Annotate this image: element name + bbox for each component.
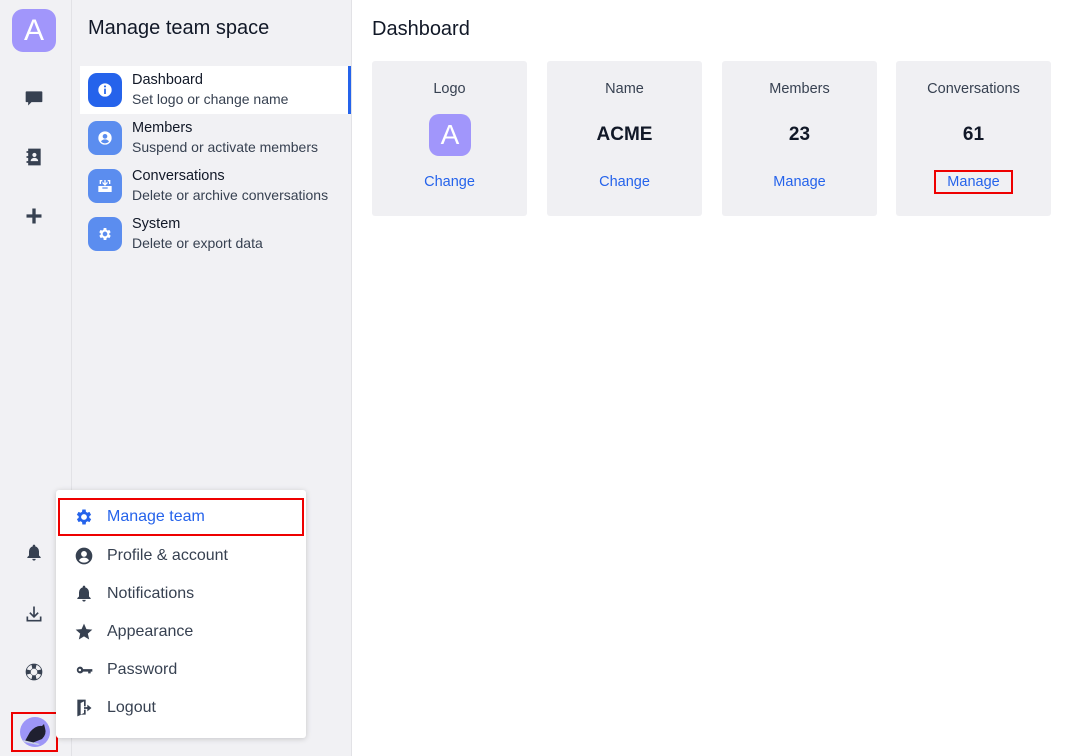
nav-sub: Delete or export data [132,235,263,251]
menu-label: Logout [107,699,156,716]
gear-icon [72,505,96,529]
menu-item-notifications[interactable]: Notifications [58,575,304,613]
contacts-icon[interactable] [22,145,46,169]
card-title: Name [605,81,644,97]
download-icon[interactable] [22,602,46,626]
card-title: Logo [433,81,466,97]
logo-card: Logo A Change [372,61,527,216]
user-avatar-button[interactable] [11,712,58,752]
logout-icon [72,696,96,720]
manage-members-link[interactable]: Manage [722,174,877,190]
gear-icon [88,217,122,251]
nav-item-conversations[interactable]: Conversations Delete or archive conversa… [80,162,351,210]
members-card: Members 23 Manage [722,61,877,216]
main-content: Dashboard Logo A Change Name ACME Change… [352,0,1076,756]
user-icon [88,121,122,155]
lifebuoy-icon[interactable] [22,660,46,684]
nav-sub: Set logo or change name [132,91,289,107]
page-title: Dashboard [372,18,470,40]
bell-icon[interactable] [22,541,46,565]
card-title: Members [769,81,830,97]
name-card: Name ACME Change [547,61,702,216]
user-menu: Manage team Profile & account Notificati… [56,490,306,738]
nav-sub: Delete or archive conversations [132,187,329,203]
nav-label: System [132,216,181,232]
menu-item-appearance[interactable]: Appearance [58,613,304,651]
menu-label: Appearance [107,623,194,640]
menu-label: Manage team [107,508,205,525]
nav-label: Conversations [132,168,225,184]
members-count: 23 [788,124,811,145]
menu-item-profile[interactable]: Profile & account [58,537,304,575]
nav-sub: Suspend or activate members [132,139,318,155]
plus-icon[interactable] [22,204,46,228]
menu-label: Notifications [107,585,195,602]
menu-item-manage-team[interactable]: Manage team [58,498,304,536]
menu-label: Profile & account [107,547,228,564]
manage-conversations-link[interactable]: Manage [896,170,1051,194]
conversations-card: Conversations 61 Manage [896,61,1051,216]
team-logo-preview: A [429,114,471,156]
chat-icon[interactable] [22,86,46,110]
change-name-link[interactable]: Change [547,174,702,190]
star-icon [72,620,96,644]
info-icon [88,73,122,107]
user-circle-icon [72,544,96,568]
key-icon [72,658,96,682]
bell-icon [72,582,96,606]
team-name-value: ACME [596,124,653,145]
nav-item-members[interactable]: Members Suspend or activate members [80,114,351,162]
card-title: Conversations [927,81,1020,97]
team-logo[interactable]: A [12,9,56,52]
menu-label: Password [107,661,178,678]
nav-label: Members [132,120,193,136]
pane-title: Manage team space [88,17,270,39]
nav-item-system[interactable]: System Delete or export data [80,210,351,258]
menu-item-password[interactable]: Password [58,651,304,689]
archive-icon [88,169,122,203]
avatar [19,717,50,747]
change-logo-link[interactable]: Change [372,174,527,190]
conversations-count: 61 [962,124,985,145]
nav-label: Dashboard [132,72,203,88]
nav-item-dashboard[interactable]: Dashboard Set logo or change name [80,66,351,114]
menu-item-logout[interactable]: Logout [58,689,304,727]
